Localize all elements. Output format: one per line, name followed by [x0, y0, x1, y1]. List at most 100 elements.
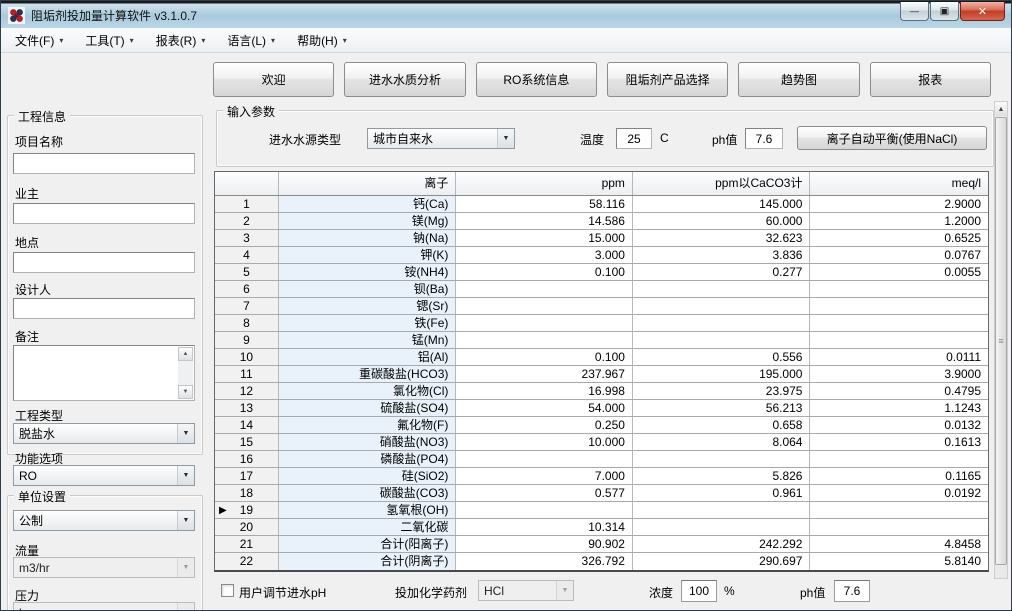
- ppm-cell[interactable]: 54.000: [456, 400, 633, 416]
- remarks-textarea[interactable]: ▲ ▼: [13, 345, 195, 401]
- project-name-input[interactable]: [13, 153, 195, 174]
- table-row[interactable]: 13硫酸盐(SO4)54.00056.2131.1243: [215, 400, 988, 417]
- ion-name-cell[interactable]: 氟化物(F): [279, 417, 457, 433]
- ion-name-cell[interactable]: 钠(Na): [279, 230, 457, 246]
- row-selector-cell[interactable]: 12: [215, 383, 279, 399]
- meq-cell[interactable]: 0.0767: [810, 247, 988, 263]
- row-selector-cell[interactable]: 17: [215, 468, 279, 484]
- row-selector-cell[interactable]: 5: [215, 264, 279, 280]
- row-selector-cell[interactable]: 16: [215, 451, 279, 467]
- temperature-input[interactable]: [616, 128, 652, 149]
- tab-report[interactable]: 报表: [870, 62, 991, 97]
- water-source-select[interactable]: 城市自来水 ▼: [367, 128, 515, 149]
- ion-name-cell[interactable]: 锰(Mn): [279, 332, 457, 348]
- menu-tools[interactable]: 工具(T) ▾: [79, 29, 139, 52]
- tab-ro-system-info[interactable]: RO系统信息: [476, 62, 597, 97]
- ppm-cell[interactable]: 0.577: [456, 485, 633, 501]
- meq-cell[interactable]: [810, 332, 988, 348]
- meq-cell[interactable]: [810, 502, 988, 518]
- ppm-caco3-cell[interactable]: 0.961: [633, 485, 811, 501]
- ppm-caco3-cell[interactable]: [633, 298, 811, 314]
- row-selector-cell[interactable]: 14: [215, 417, 279, 433]
- table-row[interactable]: 2镁(Mg)14.58660.0001.2000: [215, 213, 988, 230]
- project-type-select[interactable]: 脱盐水 ▼: [13, 423, 195, 444]
- header-ion[interactable]: 离子: [279, 172, 457, 195]
- concentration-input[interactable]: 100: [681, 580, 717, 602]
- ppm-cell[interactable]: 90.902: [456, 536, 633, 552]
- tab-trend-chart[interactable]: 趋势图: [738, 62, 859, 97]
- row-selector-cell[interactable]: 8: [215, 315, 279, 331]
- ppm-cell[interactable]: 326.792: [456, 553, 633, 570]
- ppm-caco3-cell[interactable]: 60.000: [633, 213, 811, 229]
- ppm-caco3-cell[interactable]: 290.697: [633, 553, 811, 570]
- ppm-caco3-cell[interactable]: 32.623: [633, 230, 811, 246]
- scrollbar-thumb[interactable]: ≡: [995, 117, 1007, 565]
- vertical-scrollbar[interactable]: ▲ ≡: [994, 101, 1008, 579]
- pressure-unit-select[interactable]: bar ▼: [13, 602, 195, 611]
- table-row[interactable]: ▶19氢氧根(OH): [215, 502, 988, 519]
- row-selector-cell[interactable]: 22: [215, 553, 279, 570]
- meq-cell[interactable]: 0.4795: [810, 383, 988, 399]
- meq-cell[interactable]: 0.0111: [810, 349, 988, 365]
- ion-name-cell[interactable]: 合计(阴离子): [279, 553, 457, 570]
- function-option-select[interactable]: RO ▼: [13, 465, 195, 486]
- menu-help[interactable]: 帮助(H) ▾: [291, 29, 353, 52]
- ppm-cell[interactable]: [456, 451, 633, 467]
- meq-cell[interactable]: 5.8140: [810, 553, 988, 570]
- remarks-scrollbar[interactable]: ▲ ▼: [178, 347, 193, 399]
- meq-cell[interactable]: 4.8458: [810, 536, 988, 552]
- row-selector-cell[interactable]: 3: [215, 230, 279, 246]
- ion-name-cell[interactable]: 硅(SiO2): [279, 468, 457, 484]
- minimize-button[interactable]: —: [900, 2, 929, 21]
- header-ppm[interactable]: ppm: [456, 172, 633, 195]
- ppm-cell[interactable]: 3.000: [456, 247, 633, 263]
- location-input[interactable]: [13, 252, 195, 273]
- ppm-caco3-cell[interactable]: 0.658: [633, 417, 811, 433]
- ppm-cell[interactable]: [456, 502, 633, 518]
- scroll-up-icon[interactable]: ▲: [178, 347, 193, 361]
- row-selector-cell[interactable]: 11: [215, 366, 279, 382]
- footer-ph-input[interactable]: 7.6: [834, 580, 870, 602]
- designer-input[interactable]: [13, 298, 195, 319]
- row-selector-cell[interactable]: 2: [215, 213, 279, 229]
- ppm-caco3-cell[interactable]: [633, 332, 811, 348]
- meq-cell[interactable]: 0.6525: [810, 230, 988, 246]
- scroll-down-icon[interactable]: ▼: [178, 385, 193, 399]
- tab-feed-water-analysis[interactable]: 进水水质分析: [344, 62, 465, 97]
- ppm-caco3-cell[interactable]: 0.277: [633, 264, 811, 280]
- user-adjust-ph-checkbox[interactable]: [221, 584, 234, 597]
- table-row[interactable]: 8铁(Fe): [215, 315, 988, 332]
- ppm-caco3-cell[interactable]: [633, 502, 811, 518]
- ppm-caco3-cell[interactable]: 8.064: [633, 434, 811, 450]
- ppm-caco3-cell[interactable]: 23.975: [633, 383, 811, 399]
- flow-unit-select[interactable]: m3/hr ▼: [13, 557, 195, 578]
- ppm-caco3-cell[interactable]: [633, 451, 811, 467]
- ppm-cell[interactable]: 16.998: [456, 383, 633, 399]
- meq-cell[interactable]: 0.0192: [810, 485, 988, 501]
- ion-name-cell[interactable]: 钙(Ca): [279, 196, 457, 212]
- table-row[interactable]: 6钡(Ba): [215, 281, 988, 298]
- tab-antiscalant-product-selection[interactable]: 阻垢剂产品选择: [607, 62, 728, 97]
- ion-name-cell[interactable]: 磷酸盐(PO4): [279, 451, 457, 467]
- ppm-cell[interactable]: [456, 281, 633, 297]
- ppm-caco3-cell[interactable]: [633, 519, 811, 535]
- meq-cell[interactable]: [810, 298, 988, 314]
- unit-system-select[interactable]: 公制 ▼: [13, 510, 195, 531]
- meq-cell[interactable]: 0.0055: [810, 264, 988, 280]
- row-selector-cell[interactable]: 9: [215, 332, 279, 348]
- table-row[interactable]: 7锶(Sr): [215, 298, 988, 315]
- ppm-cell[interactable]: [456, 315, 633, 331]
- ion-name-cell[interactable]: 钾(K): [279, 247, 457, 263]
- table-row[interactable]: 22合计(阴离子)326.792290.6975.8140: [215, 553, 988, 570]
- ion-name-cell[interactable]: 氯化物(Cl): [279, 383, 457, 399]
- menu-reports[interactable]: 报表(R) ▾: [150, 29, 212, 52]
- maximize-button[interactable]: ▣: [930, 2, 959, 21]
- row-selector-cell[interactable]: 1: [215, 196, 279, 212]
- table-row[interactable]: 12氯化物(Cl)16.99823.9750.4795: [215, 383, 988, 400]
- ppm-caco3-cell[interactable]: 195.000: [633, 366, 811, 382]
- table-row[interactable]: 14氟化物(F)0.2500.6580.0132: [215, 417, 988, 434]
- ion-name-cell[interactable]: 合计(阳离子): [279, 536, 457, 552]
- ion-name-cell[interactable]: 重碳酸盐(HCO3): [279, 366, 457, 382]
- ppm-cell[interactable]: 10.314: [456, 519, 633, 535]
- ppm-cell[interactable]: 0.100: [456, 349, 633, 365]
